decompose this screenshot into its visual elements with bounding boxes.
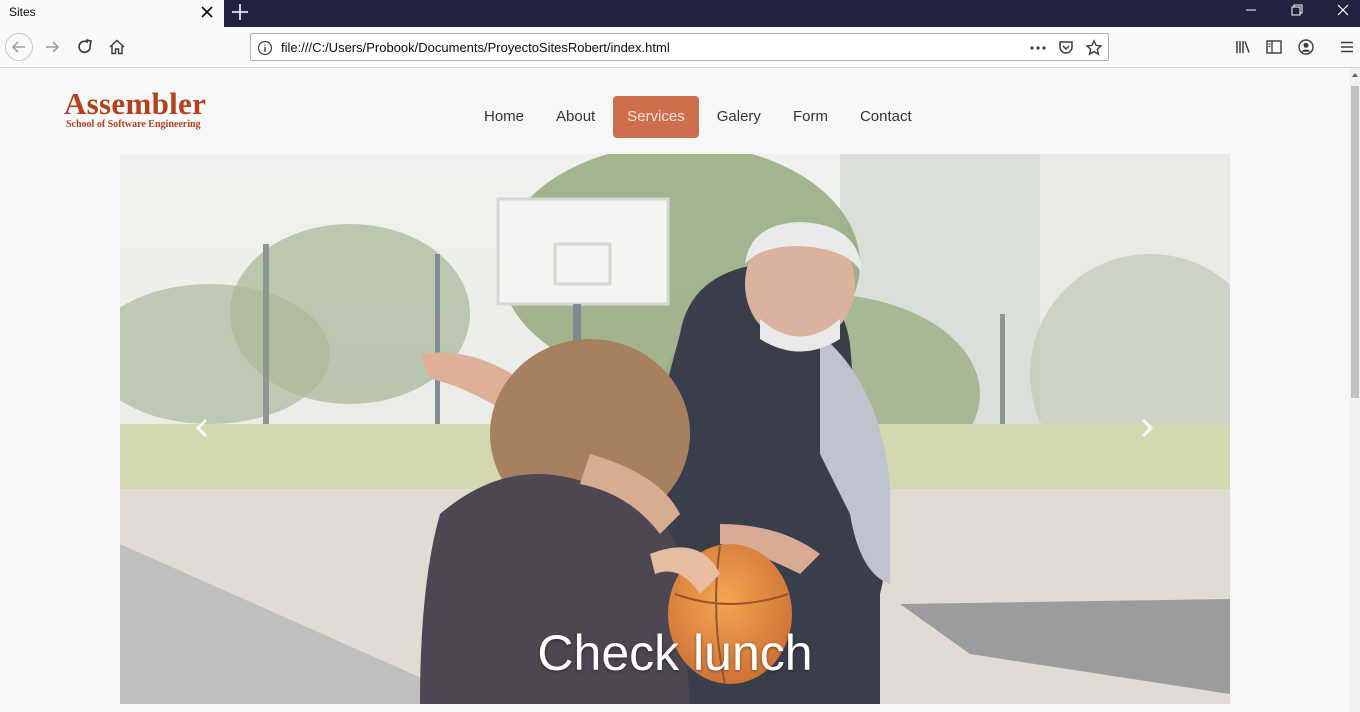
home-button[interactable]: [103, 33, 131, 61]
account-icon: [1298, 39, 1314, 55]
arrow-left-icon: [11, 41, 25, 53]
home-icon: [109, 39, 125, 55]
hero-carousel: Check lunch: [120, 154, 1230, 704]
restore-icon[interactable]: [1274, 0, 1320, 22]
address-bar[interactable]: file:///C:/Users/Probook/Documents/Proye…: [250, 33, 1109, 61]
browser-titlebar: Sites: [0, 0, 1360, 27]
carousel-caption: Check lunch: [537, 625, 813, 681]
arrow-right-icon: [46, 41, 60, 53]
web-page: Assembler School of Software Engineering…: [0, 68, 1350, 712]
sidebar-button[interactable]: [1260, 33, 1288, 61]
hamburger-icon: [1341, 41, 1353, 53]
library-icon: [1236, 41, 1250, 53]
caret-up-icon[interactable]: [1351, 70, 1359, 80]
scrollbar-thumb[interactable]: [1351, 86, 1359, 398]
sidebar-icon: [1266, 40, 1282, 54]
nav-contact[interactable]: Contact: [846, 96, 926, 138]
reload-icon: [78, 39, 93, 54]
chevron-left-icon: [195, 418, 208, 438]
library-button[interactable]: [1229, 33, 1257, 61]
close-icon[interactable]: [198, 3, 216, 21]
logo-tagline: School of Software Engineering: [66, 119, 201, 130]
carousel-slide-image: [120, 154, 1230, 704]
plus-icon[interactable]: [229, 1, 251, 23]
menu-button[interactable]: [1333, 33, 1360, 61]
carousel-prev-button[interactable]: [191, 416, 215, 440]
nav-form[interactable]: Form: [779, 96, 842, 138]
carousel-next-button[interactable]: [1134, 416, 1158, 440]
nav-services[interactable]: Services: [613, 96, 699, 138]
info-icon[interactable]: [257, 40, 273, 56]
browser-tab[interactable]: Sites: [0, 0, 224, 27]
reload-button[interactable]: [71, 33, 99, 61]
main-nav: Home About Services Galery Form Contact: [470, 96, 930, 138]
minimize-icon[interactable]: [1228, 0, 1274, 22]
window-close-icon[interactable]: [1320, 0, 1360, 22]
tab-title: Sites: [9, 5, 36, 19]
url-text[interactable]: file:///C:/Users/Probook/Documents/Proye…: [281, 40, 670, 55]
account-button[interactable]: [1292, 33, 1320, 61]
logo-name: Assembler: [64, 86, 207, 121]
star-icon[interactable]: [1085, 39, 1103, 57]
back-button[interactable]: [5, 33, 33, 61]
more-icon[interactable]: [1029, 39, 1047, 57]
page-scrollbar[interactable]: [1350, 68, 1360, 712]
nav-galery[interactable]: Galery: [703, 96, 775, 138]
site-logo[interactable]: Assembler School of Software Engineering: [64, 88, 224, 130]
browser-navbar: file:///C:/Users/Probook/Documents/Proye…: [0, 27, 1360, 68]
nav-about[interactable]: About: [542, 96, 609, 138]
forward-button[interactable]: [38, 33, 66, 61]
pocket-icon[interactable]: [1057, 39, 1075, 57]
chevron-right-icon: [1141, 418, 1154, 438]
nav-home[interactable]: Home: [470, 96, 538, 138]
